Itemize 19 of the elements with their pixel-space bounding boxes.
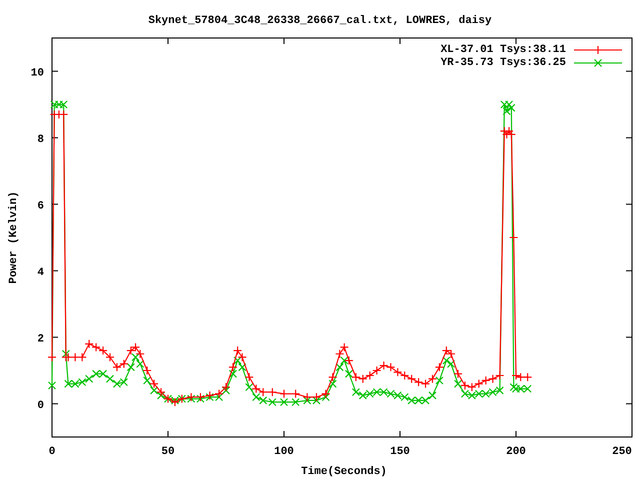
tick-label: 2 <box>37 333 44 346</box>
tick-label: 8 <box>37 134 44 146</box>
legend-swatch-icon <box>574 58 622 68</box>
tick-label: 6 <box>37 200 44 212</box>
legend-label: XL-37.01 Tsys:38.11 <box>440 44 566 56</box>
tick-label: 0 <box>48 446 56 458</box>
tick-label: 50 <box>161 446 175 458</box>
tick-label: 250 <box>612 446 632 458</box>
y-axis-label: Power (Kelvin) <box>8 191 20 284</box>
legend-swatch-icon <box>574 45 622 55</box>
tick-label: 200 <box>506 446 526 458</box>
tick-label: 150 <box>390 446 410 458</box>
chart-title: Skynet_57804_3C48_26338_26667_cal.txt, LOWRES, daisy <box>148 15 492 27</box>
tick-label: 100 <box>274 446 294 458</box>
legend-label: YR-35.73 Tsys:36.25 <box>440 57 566 69</box>
tick-label: 0 <box>37 400 44 412</box>
x-axis-label: Time(Seconds) <box>301 466 387 478</box>
tick-label: 4 <box>37 266 44 279</box>
tick-label: 10 <box>30 67 44 80</box>
